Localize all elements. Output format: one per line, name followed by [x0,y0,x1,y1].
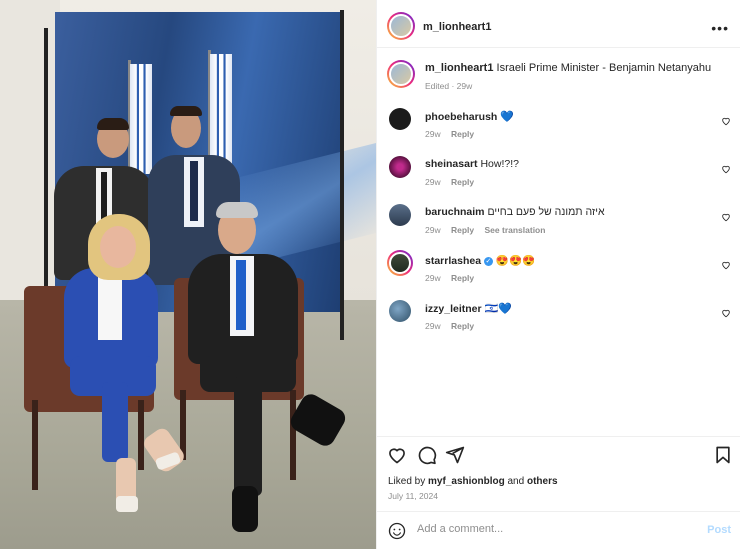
comment-bubble-icon[interactable] [417,445,437,465]
comment-username[interactable]: izzy_leitner [425,303,482,315]
like-comment-heart-icon[interactable] [721,212,731,222]
post-comment-button[interactable]: Post [707,524,731,536]
reply-button[interactable]: Reply [451,225,474,235]
caption-text: m_lionheart1 Israeli Prime Minister - Be… [425,62,725,74]
emoji-smiley-icon[interactable] [388,522,406,540]
backdrop-stand-right [340,10,344,340]
reply-button[interactable]: Reply [451,177,474,187]
author-avatar[interactable] [387,12,415,40]
backdrop-stand-left [44,28,48,298]
likes-and: and [507,476,525,487]
comment-item: phoebeharush 💙 29w Reply [377,108,740,156]
comment-item: sheinasart How!?!? 29w Reply [377,156,740,204]
comment-age: 29w [425,273,441,283]
comment-item: baruchnaim איזה תמונה של פעם בחיים 29w R… [377,204,740,252]
add-comment-input[interactable] [417,523,687,535]
author-username[interactable]: m_lionheart1 [423,21,491,33]
like-comment-heart-icon[interactable] [721,116,731,126]
commenter-avatar[interactable] [387,250,413,276]
comment-username[interactable]: phoebeharush [425,111,497,123]
comment-emoji: 😍😍😍 [495,255,536,267]
commenter-avatar[interactable] [389,204,411,226]
bookmark-save-icon[interactable] [713,445,733,465]
like-heart-icon[interactable] [387,445,407,465]
comment-username[interactable]: starrlashea [425,255,481,267]
post-photo [0,0,376,549]
share-send-icon[interactable] [445,445,465,465]
comment-item: starrlashea ✓ 😍😍😍 29w Reply [377,250,740,300]
likes-prefix: Liked by [388,476,426,487]
person-seated-man [180,246,300,496]
comment-age: 29w [425,129,441,139]
verified-badge-icon: ✓ [483,256,493,266]
comment-age: 29w [425,321,441,331]
likes-summary: Liked by myf_ashionblog and others [388,476,558,487]
person-seated-woman [56,262,166,462]
see-translation-link[interactable]: See translation [485,225,546,235]
reply-button[interactable]: Reply [451,321,474,331]
comment-text: איזה תמונה של פעם בחיים [487,206,605,218]
commenter-avatar[interactable] [389,300,411,322]
comment-emoji: 🇮🇱💙 [484,303,512,315]
like-comment-heart-icon[interactable] [721,308,731,318]
like-comment-heart-icon[interactable] [721,164,731,174]
likes-others-link[interactable]: others [527,476,558,487]
comment-age: 29w [425,177,441,187]
comment-item: izzy_leitner 🇮🇱💙 29w Reply [377,300,740,348]
reply-button[interactable]: Reply [451,273,474,283]
commenter-avatar[interactable] [389,108,411,130]
like-comment-heart-icon[interactable] [721,260,731,270]
more-horizontal-icon[interactable]: ••• [711,20,729,36]
caption-body: Israeli Prime Minister - Benjamin Netany… [496,62,712,74]
post-details-panel: m_lionheart1 ••• m_lionheart1 Israeli Pr… [376,0,740,549]
caption-meta: Edited · 29w [425,81,473,91]
comment-text: How!?!? [480,158,519,170]
caption-author-username[interactable]: m_lionheart1 [425,62,493,74]
post-date: July 11, 2024 [388,491,438,501]
post-actions [377,436,740,472]
photo-wall [0,0,60,300]
comment-age: 29w [425,225,441,235]
commenter-avatar[interactable] [389,156,411,178]
post-header: m_lionheart1 ••• [377,6,740,48]
comment-emoji: 💙 [500,111,514,123]
comment-username[interactable]: baruchnaim [425,206,485,218]
comment-username[interactable]: sheinasart [425,158,478,170]
reply-button[interactable]: Reply [451,129,474,139]
caption-author-avatar[interactable] [387,60,415,88]
add-comment-bar: Post [377,511,740,549]
likes-user-link[interactable]: myf_ashionblog [428,476,505,487]
